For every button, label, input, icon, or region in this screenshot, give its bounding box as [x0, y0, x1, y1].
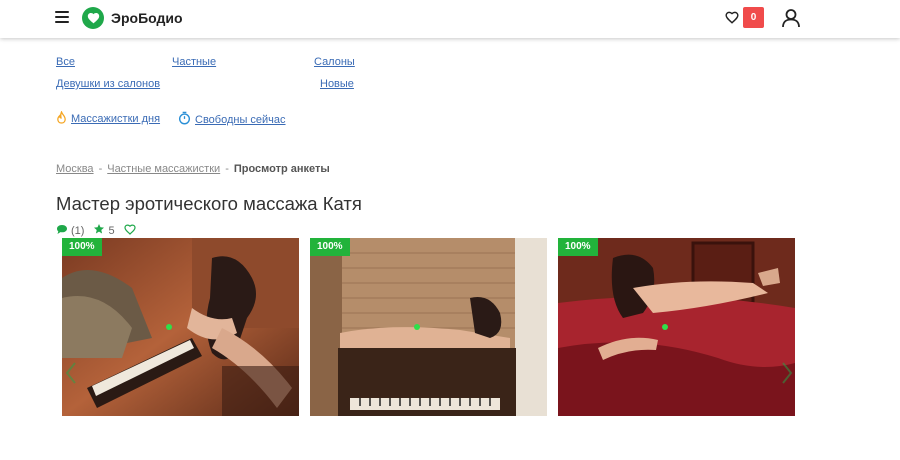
photo-image — [558, 238, 795, 416]
favorites-count-badge: 0 — [743, 7, 764, 28]
category-salon-girls-link[interactable]: Девушки из салонов — [56, 78, 160, 90]
add-to-favorites-button[interactable] — [123, 223, 139, 238]
page-title: Мастер эротического массажа Катя — [56, 193, 362, 214]
gallery-prev-arrow[interactable] — [64, 360, 78, 386]
heart-icon — [721, 7, 743, 28]
comment-icon — [56, 224, 71, 238]
category-new-link[interactable]: Новые — [320, 78, 354, 90]
free-now-label[interactable]: Свободны сейчас — [195, 114, 286, 126]
rating-value: 5 — [108, 224, 115, 237]
gallery-next-arrow[interactable] — [780, 360, 794, 386]
masseuses-of-day-label[interactable]: Массажистки дня — [71, 113, 160, 125]
star-icon — [93, 223, 108, 238]
category-salons-link[interactable]: Салоны — [314, 56, 355, 68]
masseuses-of-day-link[interactable]: Массажистки дня — [56, 110, 160, 127]
favorites-button[interactable]: 0 — [721, 7, 764, 28]
top-header: ЭроБодио 0 — [0, 0, 900, 38]
heart-logo-icon — [82, 7, 104, 29]
rating: 5 — [93, 223, 115, 238]
photo-verified-badge: 100% — [558, 238, 598, 256]
online-indicator — [662, 324, 668, 330]
comments-count[interactable]: (1) — [56, 224, 84, 238]
category-all-link[interactable]: Все — [56, 56, 75, 68]
heart-outline-icon — [123, 223, 139, 238]
online-indicator — [414, 324, 420, 330]
flame-icon — [56, 110, 67, 127]
profile-photo-3[interactable]: 100% — [558, 238, 795, 416]
logo-text: ЭроБодио — [111, 10, 183, 26]
breadcrumb-city-link[interactable]: Москва — [56, 163, 94, 175]
breadcrumb-separator: - — [225, 163, 229, 175]
category-private-link[interactable]: Частные — [172, 56, 216, 68]
breadcrumb-separator: - — [98, 163, 103, 175]
breadcrumb-current: Просмотр анкеты — [233, 163, 330, 175]
photo-verified-badge: 100% — [310, 238, 350, 256]
comments-count-label: (1) — [71, 224, 85, 237]
free-now-link[interactable]: Свободны сейчас — [178, 111, 286, 128]
menu-icon[interactable] — [55, 11, 69, 23]
user-icon[interactable] — [780, 7, 802, 29]
breadcrumb: Москва - Частные массажистки - Просмотр анке… — [56, 163, 330, 175]
profile-photo-2[interactable]: 100% — [310, 238, 547, 416]
profile-meta: (1) 5 — [56, 223, 148, 238]
photo-verified-badge: 100% — [62, 238, 102, 256]
breadcrumb-section-link[interactable]: Частные массажистки — [107, 163, 220, 175]
online-indicator — [166, 324, 172, 330]
profile-photo-1[interactable]: 100% — [62, 238, 299, 416]
photo-image — [310, 238, 547, 416]
stopwatch-icon — [178, 111, 191, 128]
logo-link[interactable]: ЭроБодио — [82, 7, 183, 29]
category-links: Все Частные Салоны Девушки из салонов Но… — [56, 56, 376, 96]
photo-image — [62, 238, 299, 416]
